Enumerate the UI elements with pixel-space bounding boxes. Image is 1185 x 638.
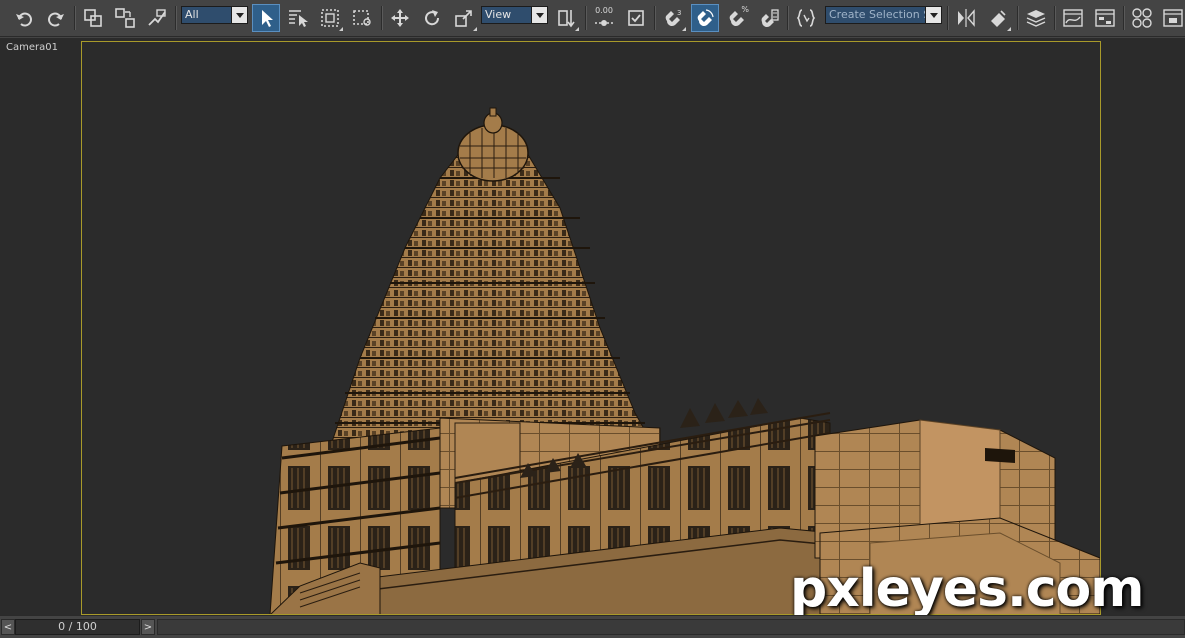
select-by-name-button[interactable]: [284, 4, 312, 32]
mirror-button[interactable]: [952, 4, 980, 32]
select-and-move-button[interactable]: [386, 4, 414, 32]
redo-icon: [48, 12, 64, 27]
flyout-indicator-icon: [473, 27, 477, 31]
keyboard-shortcut-override-button[interactable]: [622, 4, 650, 32]
flyout-indicator-icon: [575, 27, 579, 31]
align-icon: [991, 10, 1006, 27]
toolbar-separator: [654, 6, 655, 30]
chevron-right-icon: >: [143, 621, 153, 633]
svg-text:3: 3: [677, 9, 681, 17]
time-slider[interactable]: 0 / 100: [15, 619, 140, 635]
spinner-snap-value: 0.00: [595, 6, 613, 15]
selection-filter-value: All: [185, 8, 199, 21]
angle-snap-toggle-button[interactable]: [691, 4, 719, 32]
rectangular-selection-region-button[interactable]: [316, 4, 344, 32]
camera-viewport[interactable]: Camera01 pxleyes.com: [0, 38, 1185, 619]
braces-icon: [796, 9, 816, 27]
undo-button[interactable]: [10, 4, 38, 32]
select-and-link-button[interactable]: [79, 4, 107, 32]
cursor-arrow-icon: [262, 10, 273, 27]
checkbox-icon: [628, 10, 644, 26]
toolbar-separator: [381, 6, 382, 30]
material-editor-button[interactable]: [1128, 4, 1156, 32]
safe-frame: [81, 41, 1101, 615]
time-slider-bar: < 0 / 100 >: [0, 615, 1185, 638]
layers-icon: [1026, 10, 1046, 27]
redo-button[interactable]: [42, 4, 70, 32]
toolbar-separator: [585, 6, 586, 30]
mirror-icon: [958, 9, 975, 27]
watermark: pxleyes.com: [790, 559, 1144, 619]
trackbar[interactable]: [157, 619, 1185, 635]
window-crossing-button[interactable]: [348, 4, 376, 32]
select-and-scale-button[interactable]: [450, 4, 478, 32]
angle-snap-icon: [697, 9, 714, 26]
prev-frame-button[interactable]: <: [1, 619, 15, 635]
next-frame-button[interactable]: >: [141, 619, 155, 635]
chevron-down-icon: [531, 7, 547, 23]
select-and-manipulate-button[interactable]: 0.00: [590, 4, 618, 32]
pivot-center-icon: [558, 10, 575, 28]
flyout-indicator-icon: [339, 27, 343, 31]
edit-named-selection-sets-button[interactable]: [792, 4, 820, 32]
reference-coord-system-value: View: [485, 8, 512, 21]
material-spheres-icon: [1132, 8, 1152, 28]
bind-to-space-warp-button[interactable]: [143, 4, 171, 32]
layer-manager-button[interactable]: [1022, 4, 1050, 32]
reference-coord-system-dropdown[interactable]: View: [481, 6, 548, 24]
use-pivot-point-center-button[interactable]: [552, 4, 580, 32]
unlink-icon: [115, 8, 135, 28]
magnet-3d-snap-icon: 3: [665, 9, 681, 26]
render-setup-icon: [1162, 9, 1183, 27]
chevron-down-icon: [925, 7, 941, 23]
select-and-rotate-button[interactable]: [418, 4, 446, 32]
move-icon: [391, 9, 409, 27]
scale-icon: [455, 10, 472, 27]
toolbar-separator: [74, 6, 75, 30]
named-selection-sets-dropdown[interactable]: Create Selection Set: [825, 6, 942, 24]
chevron-down-icon: [231, 7, 247, 23]
viewport-label[interactable]: Camera01: [6, 42, 58, 53]
unlink-selection-button[interactable]: [111, 4, 139, 32]
curve-editor-icon: [1063, 9, 1083, 27]
toolbar-separator: [787, 6, 788, 30]
schematic-view-button[interactable]: [1091, 4, 1119, 32]
main-toolbar: All View 0.00 3 % Create Selection Set: [0, 0, 1185, 37]
toolbar-separator: [947, 6, 948, 30]
snaps-toggle-button[interactable]: 3: [659, 4, 687, 32]
percent-snap-toggle-button[interactable]: %: [723, 4, 751, 32]
align-button[interactable]: [984, 4, 1012, 32]
toolbar-separator: [1054, 6, 1055, 30]
spinner-snap-toggle-button[interactable]: [755, 4, 783, 32]
window-crossing-icon: [353, 10, 371, 26]
link-icon: [84, 9, 102, 27]
undo-icon: [16, 12, 32, 27]
toolbar-separator: [175, 6, 176, 30]
spinner-snap-icon: [761, 9, 779, 28]
rect-region-icon: [321, 9, 339, 27]
toolbar-separator: [1123, 6, 1124, 30]
curve-editor-button[interactable]: [1059, 4, 1087, 32]
render-setup-button[interactable]: [1160, 4, 1185, 32]
rotate-icon: [425, 10, 440, 26]
percent-snap-label: %: [741, 5, 749, 14]
flyout-indicator-icon: [1007, 27, 1011, 31]
select-by-name-icon: [289, 10, 308, 27]
flyout-indicator-icon: [682, 27, 686, 31]
time-slider-position: 0 / 100: [58, 620, 97, 633]
schematic-view-icon: [1095, 9, 1115, 27]
chevron-left-icon: <: [3, 621, 13, 633]
selection-filter-dropdown[interactable]: All: [181, 6, 248, 24]
toolbar-separator: [1017, 6, 1018, 30]
space-warp-icon: [148, 9, 166, 26]
select-object-button[interactable]: [252, 4, 280, 32]
